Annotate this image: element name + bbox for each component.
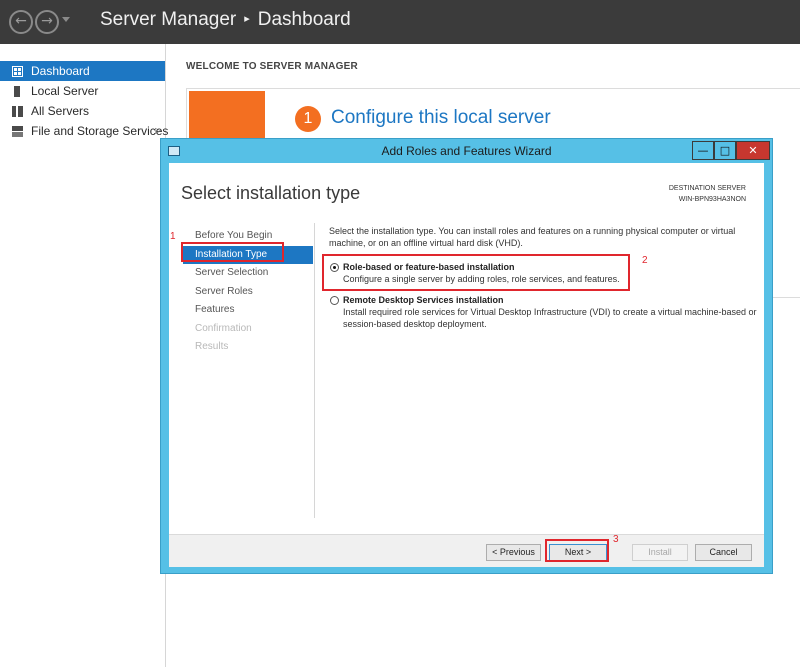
option-remote-desktop[interactable]: Remote Desktop Services installation Ins… [329, 294, 759, 330]
annotation-box-2 [322, 254, 630, 291]
sidebar-item-dashboard[interactable]: Dashboard [0, 61, 165, 81]
close-button[interactable]: ✕ [736, 141, 770, 160]
maximize-button[interactable]: □ [714, 141, 736, 160]
servers-icon [12, 106, 23, 117]
maximize-icon: □ [719, 144, 731, 157]
destination-server: DESTINATION SERVER WIN-BPN93HA3NON [669, 183, 746, 205]
wizard-divider [314, 223, 315, 518]
wizard-intro-text: Select the installation type. You can in… [329, 226, 736, 248]
step-number-badge: 1 [295, 106, 321, 132]
option-description: Install required role services for Virtu… [343, 307, 757, 329]
wizard-footer: < Previous Next > Install Cancel [169, 534, 764, 567]
wizard-page-title: Select installation type [181, 183, 361, 203]
wizard-step-results: Results [195, 341, 229, 352]
cancel-button[interactable]: Cancel [695, 544, 752, 561]
back-button[interactable]: ← [9, 10, 33, 34]
history-dropdown-icon[interactable] [62, 17, 70, 22]
title-bar: ← → Server Manager ▸ Dashboard [0, 0, 800, 44]
sidebar-item-local-server[interactable]: Local Server [0, 81, 165, 101]
minimize-icon: — [697, 144, 709, 157]
wizard-step-features[interactable]: Features [183, 301, 313, 320]
annotation-box-3 [545, 539, 609, 562]
wizard-step-server-roles[interactable]: Server Roles [183, 283, 313, 302]
annotation-number-3: 3 [613, 534, 619, 545]
annotation-number-1: 1 [170, 231, 176, 242]
forward-arrow-icon: → [41, 13, 53, 29]
wizard-step-server-selection[interactable]: Server Selection [183, 264, 313, 283]
sidebar-item-all-servers[interactable]: All Servers [0, 101, 165, 121]
dashboard-grid-icon [12, 66, 23, 77]
sidebar-item-label: Local Server [31, 84, 99, 98]
sidebar: Dashboard Local Server All Servers File … [0, 44, 169, 667]
minimize-button[interactable]: — [692, 141, 714, 160]
sidebar-item-file-storage[interactable]: File and Storage Services ▷ [0, 121, 169, 141]
radio-remote-desktop[interactable] [330, 296, 339, 305]
server-icon [14, 86, 20, 97]
configure-local-server-link[interactable]: Configure this local server [331, 107, 551, 129]
annotation-box-1 [181, 242, 284, 262]
destination-server-name: WIN-BPN93HA3NON [678, 196, 746, 203]
sidebar-item-label: Dashboard [31, 64, 90, 78]
annotation-number-2: 2 [642, 255, 648, 266]
breadcrumb-app[interactable]: Server Manager [100, 9, 236, 30]
destination-label: DESTINATION SERVER [668, 185, 746, 192]
breadcrumb-separator-icon: ▸ [244, 13, 250, 25]
breadcrumb-page[interactable]: Dashboard [258, 9, 351, 30]
welcome-heading: WELCOME TO SERVER MANAGER [186, 61, 358, 72]
storage-icon [12, 126, 23, 137]
previous-button[interactable]: < Previous [486, 544, 541, 561]
sidebar-item-label: File and Storage Services [31, 124, 169, 138]
breadcrumb: Server Manager ▸ Dashboard [100, 9, 351, 31]
wizard-title: Add Roles and Features Wizard [381, 144, 552, 158]
forward-button[interactable]: → [35, 10, 59, 34]
sidebar-item-label: All Servers [31, 104, 90, 118]
close-icon: ✕ [748, 144, 758, 157]
install-button: Install [632, 544, 688, 561]
wizard-step-confirmation: Confirmation [195, 322, 252, 334]
wizard-body: Select installation type DESTINATION SER… [169, 163, 764, 567]
option-title: Remote Desktop Services installation [343, 295, 504, 305]
back-arrow-icon: ← [15, 13, 27, 29]
add-roles-wizard-window: Add Roles and Features Wizard — □ ✕ Sele… [160, 138, 773, 574]
